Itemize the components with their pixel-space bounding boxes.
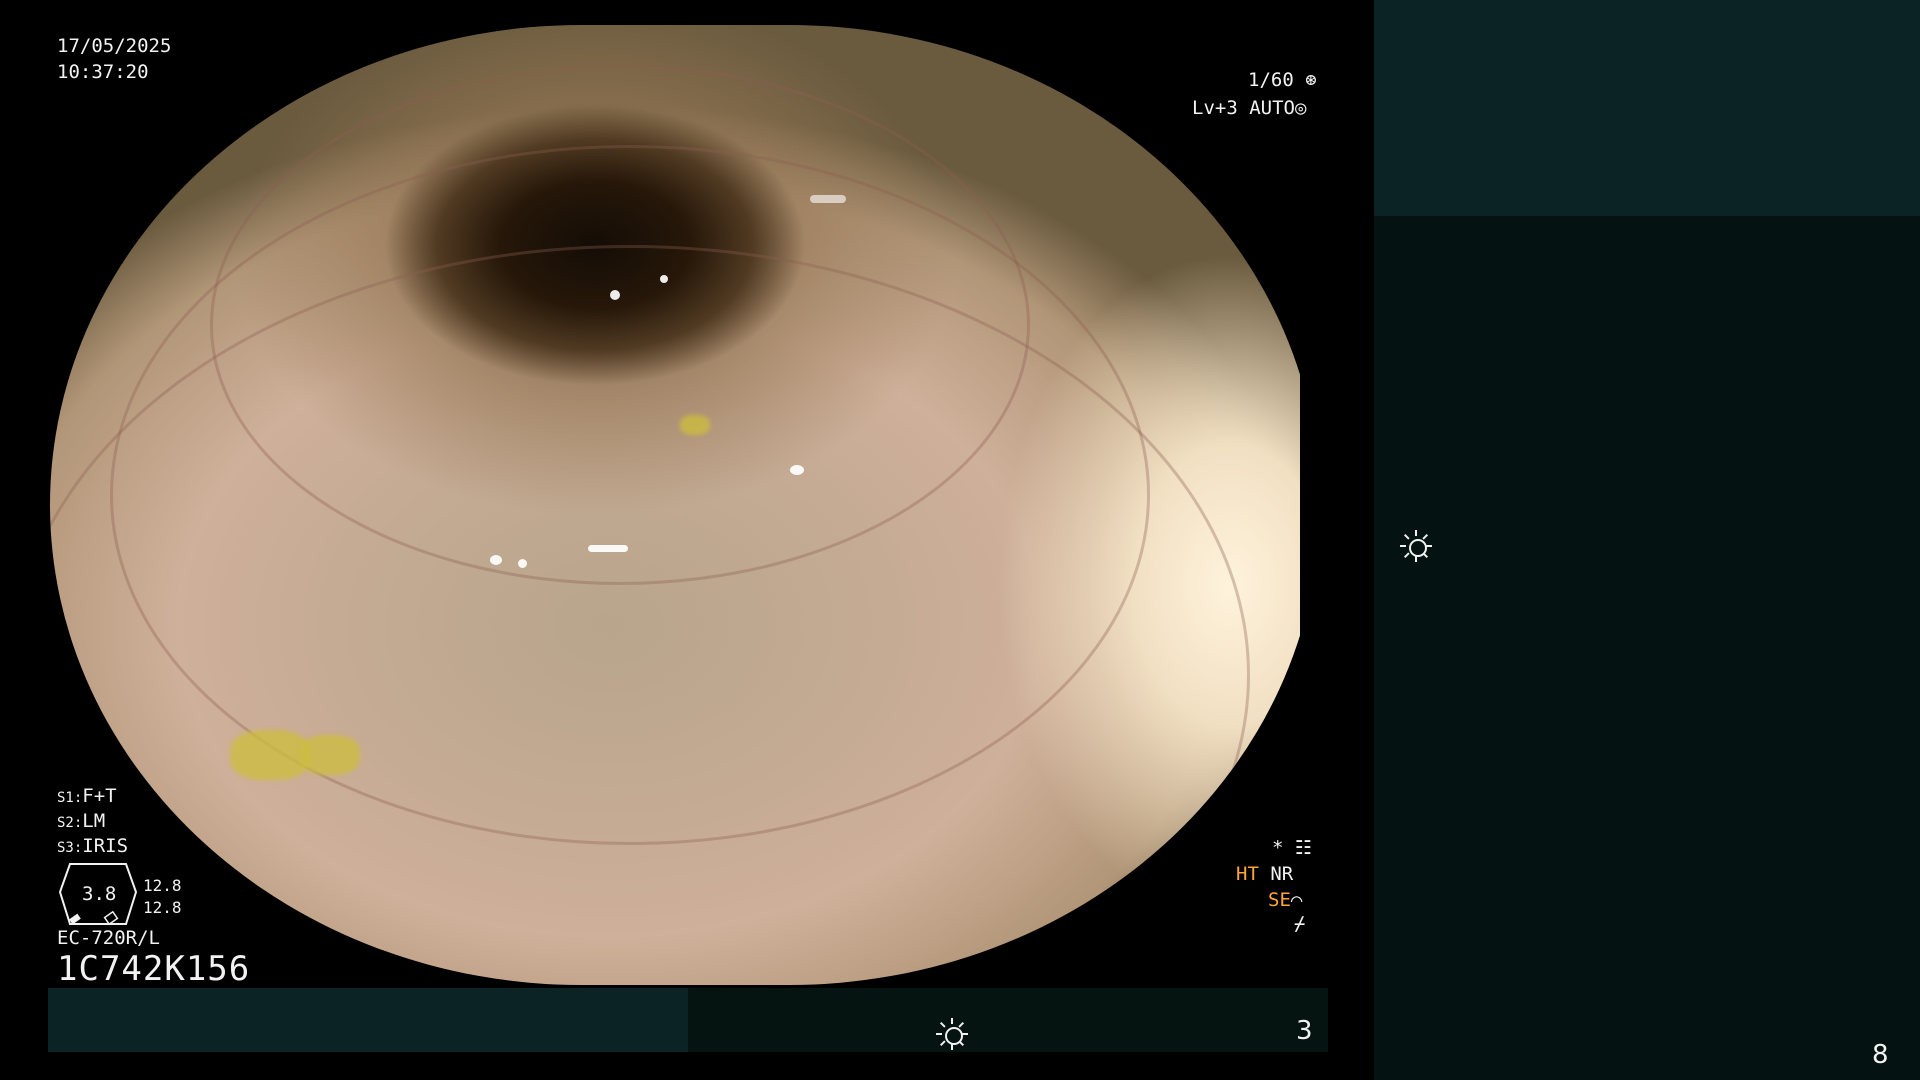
se-indicator: SE bbox=[1268, 889, 1291, 911]
light-reflection bbox=[790, 465, 804, 475]
gauge-value: 3.8 bbox=[82, 883, 117, 905]
gauge-top-value: 12.8 bbox=[143, 876, 182, 895]
bottom-bar-right bbox=[688, 988, 1328, 1052]
ht-indicator: HT bbox=[1236, 863, 1259, 885]
s2-label: S2: bbox=[57, 815, 83, 831]
nr-indicator: NR bbox=[1270, 863, 1294, 885]
level-value: Lv+3 bbox=[1192, 97, 1238, 119]
brightness-icon[interactable] bbox=[1400, 530, 1432, 566]
s1-value: F+T bbox=[82, 785, 117, 807]
light-reflection bbox=[810, 195, 846, 203]
light-reflection bbox=[610, 290, 620, 300]
endoscopic-image bbox=[50, 25, 1320, 985]
exam-time: 10:37:20 bbox=[57, 61, 149, 83]
side-image-counter: 8 bbox=[1872, 1040, 1889, 1070]
filter-settings-icon: ☷ bbox=[1294, 837, 1312, 859]
light-reflection bbox=[490, 555, 502, 565]
mucosal-residue bbox=[230, 730, 310, 780]
s3-label: S3: bbox=[57, 840, 83, 856]
s3-value: IRIS bbox=[82, 835, 129, 857]
switch-1: S1:F+T bbox=[57, 784, 117, 810]
image-settings: HT NR bbox=[1236, 862, 1293, 886]
exam-date: 17/05/2025 bbox=[57, 35, 172, 57]
star-mark: * bbox=[1272, 837, 1284, 859]
s2-value: LM bbox=[82, 810, 106, 832]
switch-3: S3:IRIS bbox=[57, 834, 128, 860]
scope-model: EC-720R/L bbox=[57, 927, 160, 949]
side-panel-header bbox=[1374, 0, 1920, 216]
mucosal-residue bbox=[680, 415, 710, 435]
light-reflection bbox=[518, 559, 527, 568]
bottom-bar-left bbox=[48, 988, 688, 1052]
scope-serial: 1C742K156 bbox=[57, 949, 251, 989]
iris-icon: ◎ bbox=[1294, 97, 1307, 119]
mucosal-residue bbox=[300, 735, 360, 775]
exposure-level: Lv+3 AUTO◎ bbox=[1192, 96, 1306, 120]
switch-2: S2:LM bbox=[57, 809, 105, 835]
enhance-star: * ☷ bbox=[1272, 836, 1312, 860]
light-reflection bbox=[588, 545, 628, 552]
light-reflection bbox=[660, 275, 668, 283]
side-panel: 8 bbox=[1374, 0, 1920, 1080]
brightness-icon[interactable] bbox=[936, 1018, 968, 1054]
shutter-value: 1/60 bbox=[1248, 69, 1294, 91]
shutter-speed: 1/60 ⊛ bbox=[1248, 68, 1317, 92]
mode-value: AUTO bbox=[1249, 97, 1295, 119]
endoscope-viewer: 17/05/2025 10:37:20 1/60 ⊛ Lv+3 AUTO◎ S1… bbox=[0, 0, 1374, 1080]
scope-mask bbox=[1300, 0, 1360, 1080]
s1-label: S1: bbox=[57, 790, 83, 806]
edge-icon: ⌿ bbox=[1294, 913, 1306, 935]
bottom-image-counter: 3 bbox=[1296, 1016, 1313, 1046]
aperture-icon: ⊛ bbox=[1305, 69, 1317, 91]
structure-enhance: SE⌒ bbox=[1268, 888, 1302, 912]
gauge-bottom-value: 12.8 bbox=[143, 898, 182, 917]
structure-enhance-icon: ⌒ bbox=[1290, 889, 1303, 911]
